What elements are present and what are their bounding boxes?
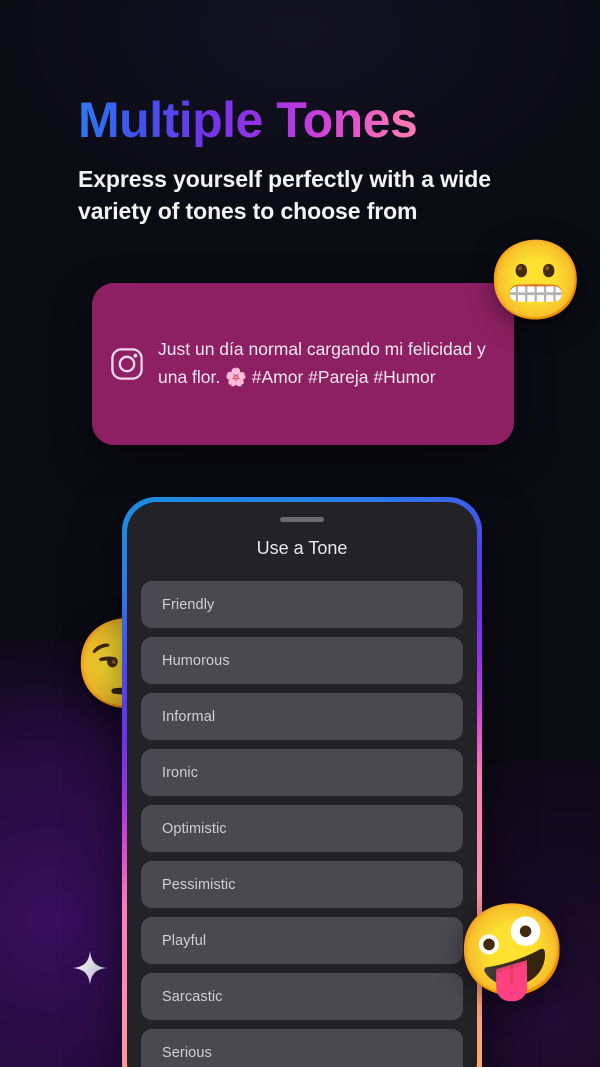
tone-option-label: Friendly [162,596,215,613]
tone-option-humorous[interactable]: Humorous [141,637,463,684]
tone-option-label: Serious [162,1044,212,1061]
tone-option-playful[interactable]: Playful [141,917,463,964]
phone-screen: Use a Tone Friendly Humorous Informal Ir… [127,502,477,1067]
zany-face-emoji: 🤪 [456,901,569,1001]
tone-list[interactable]: Friendly Humorous Informal Ironic Optimi… [127,581,477,1067]
tone-option-ironic[interactable]: Ironic [141,749,463,796]
page-title: Multiple Tones [78,92,418,148]
message-bubble-text: Just un día normal cargando mi felicidad… [158,339,486,387]
instagram-icon [110,347,144,381]
tone-option-pessimistic[interactable]: Pessimistic [141,861,463,908]
tone-option-serious[interactable]: Serious [141,1029,463,1067]
tone-option-label: Pessimistic [162,876,236,893]
sheet-drag-handle[interactable] [280,517,324,522]
grimacing-face-emoji: 😬 [487,236,585,324]
page-subtitle: Express yourself perfectly with a wide v… [78,166,491,224]
tone-option-friendly[interactable]: Friendly [141,581,463,628]
promo-screenshot: Multiple Tones Express yourself perfectl… [0,0,600,1067]
tone-option-informal[interactable]: Informal [141,693,463,740]
tone-option-sarcastic[interactable]: Sarcastic [141,973,463,1020]
tone-option-label: Sarcastic [162,988,223,1005]
tone-option-label: Optimistic [162,820,227,837]
tone-option-label: Humorous [162,652,230,669]
message-bubble: Just un día normal cargando mi felicidad… [92,283,514,445]
sparkle-icon [72,950,108,986]
tone-option-label: Playful [162,932,207,949]
tone-option-optimistic[interactable]: Optimistic [141,805,463,852]
tone-option-label: Ironic [162,764,199,781]
tone-option-label: Informal [162,708,216,725]
sheet-title: Use a Tone [256,538,348,558]
phone-mockup: Use a Tone Friendly Humorous Informal Ir… [122,497,482,1067]
